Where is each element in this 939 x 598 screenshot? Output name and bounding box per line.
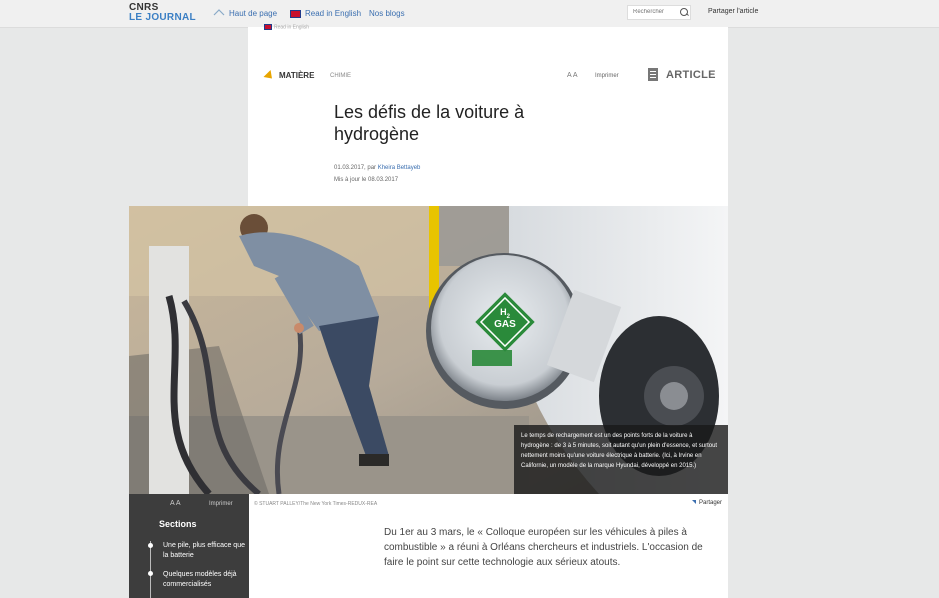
read-in-english-link[interactable]: Read in English [290,9,361,18]
document-icon [648,68,658,81]
top-navigation-bar: CNRS LE JOURNAL Haut de page Read in Eng… [0,0,939,28]
toc-dot [148,543,153,548]
print-button-sidebar[interactable]: Imprimer [209,501,233,507]
category-label[interactable]: MATIÈRE [263,69,314,83]
search-icon[interactable] [680,8,688,16]
chevron-up-icon [213,9,225,18]
read-in-english-small[interactable]: Read in English [264,24,309,30]
subcategory-label[interactable]: CHIMIE [330,73,351,79]
author-link[interactable]: Kheira Bettayeb [378,165,421,171]
share-image-link[interactable]: Partager [692,500,722,506]
category-triangle-icon [263,69,276,83]
font-size-control-sidebar[interactable]: A A [170,500,181,507]
article-intro: Du 1er au 3 mars, le « Colloque européen… [384,527,703,568]
uk-flag-icon [290,9,301,18]
uk-flag-icon [264,24,272,30]
font-size-control[interactable]: A A [567,72,578,79]
article-type-label: ARTICLE [666,69,716,81]
toc-dot [148,571,153,576]
print-button[interactable]: Imprimer [595,73,619,79]
blogs-link[interactable]: Nos blogs [369,9,405,18]
share-article-link[interactable]: Partager l'article [708,8,758,15]
image-caption: Le temps de rechargement est un des poin… [514,425,728,494]
photo-credit: © STUART PALLEY/The New York Times-REDUX… [254,501,378,507]
toc-item-modeles[interactable]: Quelques modèles déjà commercialisés [163,570,245,590]
sections-title: Sections [159,519,197,529]
article-updated: Mis à jour le 08.03.2017 [334,177,399,183]
toc-item-pile[interactable]: Une pile, plus efficace que la batterie [163,541,245,561]
gas-badge-text: GAS [494,319,516,330]
h2-badge-text: H2 [500,307,510,320]
back-to-top-link[interactable]: Haut de page [213,9,277,18]
cnrs-journal-logo[interactable]: CNRS LE JOURNAL [129,3,196,23]
article-date-author: 01.03.2017, par Kheira Bettayeb [334,165,421,171]
page-title: Les défis de la voiture à hydrogène [334,102,525,144]
toc-line [150,541,151,598]
